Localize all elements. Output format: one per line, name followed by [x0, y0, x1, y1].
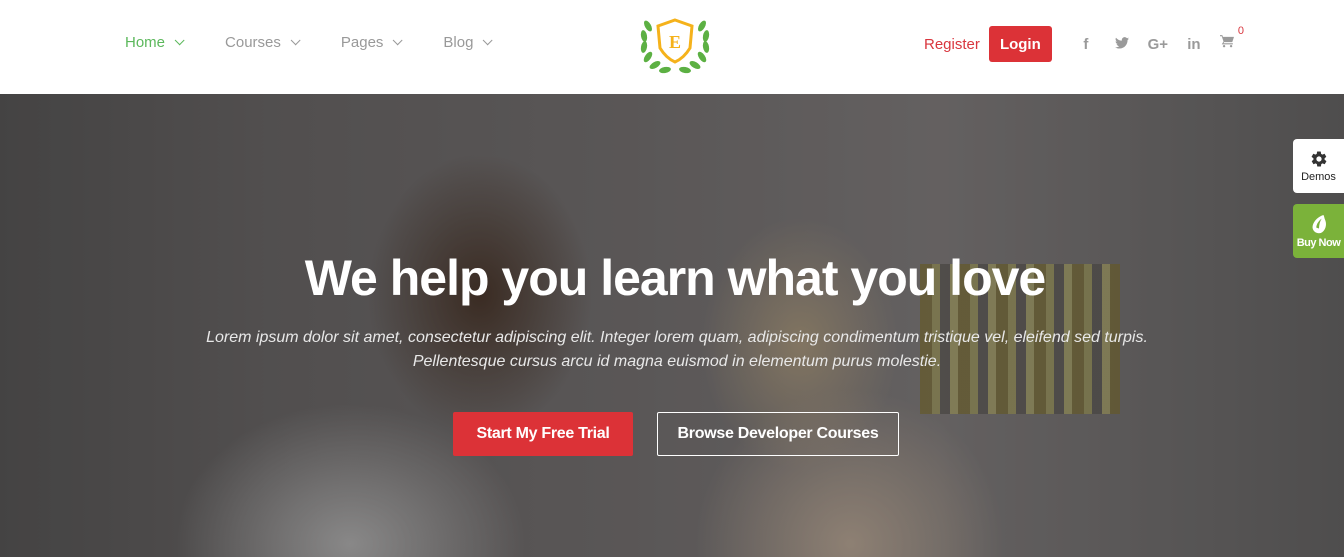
- facebook-icon[interactable]: f: [1068, 36, 1104, 53]
- hero-title: We help you learn what you love: [304, 250, 1046, 306]
- demos-button[interactable]: Demos: [1293, 139, 1344, 193]
- site-header: Home Courses Pages Blog E Register Login…: [0, 0, 1344, 94]
- cart-button[interactable]: 0: [1219, 25, 1244, 53]
- hero-subtitle-line-2: Pellentesque cursus arcu id magna euismo…: [412, 353, 942, 370]
- nav-item-pages[interactable]: Pages: [340, 34, 403, 51]
- header-actions: Register Login f G+ in 0: [924, 25, 1244, 62]
- linkedin-icon[interactable]: in: [1176, 36, 1212, 53]
- chevron-down-icon: [174, 35, 185, 46]
- nav-item-label: Blog: [443, 34, 474, 51]
- chevron-down-icon: [393, 35, 403, 46]
- chevron-down-icon: [290, 35, 301, 46]
- cart-icon: [1219, 35, 1234, 48]
- laurel-shield-logo-icon: E: [640, 18, 710, 74]
- buy-now-button[interactable]: Buy Now: [1293, 204, 1344, 258]
- buy-now-label: Buy Now: [1296, 236, 1341, 249]
- nav-item-blog[interactable]: Blog: [443, 34, 494, 51]
- site-logo[interactable]: E: [638, 12, 712, 76]
- nav-item-label: Pages: [340, 34, 384, 51]
- google-plus-icon[interactable]: G+: [1140, 36, 1176, 53]
- svg-text:E: E: [669, 32, 681, 52]
- browse-courses-button[interactable]: Browse Developer Courses: [657, 412, 899, 456]
- nav-item-label: Home: [125, 34, 166, 51]
- cart-count-badge: 0: [1237, 25, 1244, 37]
- hero-subtitle-line-1: Lorem ipsum dolor sit amet, consectetur …: [206, 329, 1148, 346]
- login-button[interactable]: Login: [988, 26, 1052, 62]
- chevron-down-icon: [483, 35, 494, 46]
- envato-leaf-icon: [1312, 214, 1326, 233]
- hero-subtitle: Lorem ipsum dolor sit amet, consectetur …: [0, 326, 1344, 374]
- register-link[interactable]: Register: [924, 36, 980, 53]
- main-nav: Home Courses Pages Blog: [125, 34, 533, 51]
- start-free-trial-button[interactable]: Start My Free Trial: [453, 412, 633, 456]
- twitter-icon[interactable]: [1104, 36, 1140, 53]
- demos-label: Demos: [1301, 170, 1336, 183]
- hero-section: We help you learn what you love Lorem ip…: [0, 94, 1344, 557]
- nav-item-home[interactable]: Home: [125, 34, 185, 51]
- nav-item-label: Courses: [225, 34, 281, 51]
- nav-item-courses[interactable]: Courses: [225, 34, 301, 51]
- gear-icon: [1311, 151, 1326, 166]
